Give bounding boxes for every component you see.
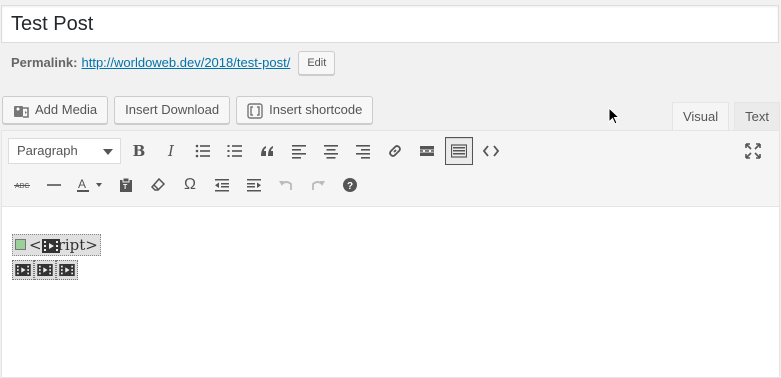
mouse-cursor-icon (608, 107, 621, 125)
editor-toolbar: Paragraph B I ABC A T Ω ? (2, 131, 779, 207)
shortcode-icon (247, 102, 263, 119)
edit-permalink-button[interactable]: Edit (298, 51, 336, 75)
video-icon (15, 264, 31, 276)
insert-download-label: Insert Download (125, 102, 220, 117)
permalink-row: Permalink: http://worldoweb.dev/2018/tes… (11, 51, 336, 75)
link-icon[interactable] (381, 137, 409, 165)
post-title-input[interactable] (1, 5, 779, 43)
media-icon (13, 102, 29, 118)
text-color-icon[interactable]: A (72, 171, 108, 199)
video-placeholder-row (12, 260, 78, 280)
video-placeholder[interactable] (34, 260, 56, 280)
help-icon[interactable]: ? (336, 171, 364, 199)
toolbar-row-2: ABC A T Ω ? (8, 171, 368, 199)
italic-icon[interactable]: I (157, 137, 185, 165)
broken-image-alt: <script> (29, 236, 98, 254)
redo-icon[interactable] (304, 171, 332, 199)
chevron-down-icon (103, 149, 113, 155)
fullscreen-icon[interactable] (739, 137, 767, 165)
video-placeholder[interactable] (56, 260, 78, 280)
format-select[interactable]: Paragraph (8, 138, 121, 164)
outdent-icon[interactable] (208, 171, 236, 199)
add-media-label: Add Media (35, 102, 98, 117)
strikethrough-icon[interactable]: ABC (8, 171, 36, 199)
svg-text:ABC: ABC (15, 183, 29, 190)
align-right-icon[interactable] (349, 137, 377, 165)
numbered-list-icon[interactable] (221, 137, 249, 165)
read-more-icon[interactable] (413, 137, 441, 165)
svg-text:A: A (78, 177, 86, 191)
bold-icon[interactable]: B (125, 137, 153, 165)
align-left-icon[interactable] (285, 137, 313, 165)
insert-shortcode-label: Insert shortcode (269, 102, 363, 117)
video-placeholder[interactable] (12, 260, 34, 280)
insert-download-button[interactable]: Insert Download (114, 96, 231, 124)
toolbar-row-1: Paragraph B I (8, 137, 509, 165)
horizontal-line-icon[interactable] (40, 171, 68, 199)
tab-visual[interactable]: Visual (671, 102, 730, 131)
svg-text:T: T (123, 184, 128, 191)
broken-image-icon (15, 239, 26, 250)
insert-shortcode-button[interactable]: Insert shortcode (236, 96, 374, 124)
paste-text-icon[interactable]: T (112, 171, 140, 199)
add-media-button[interactable]: Add Media (2, 96, 109, 124)
video-icon (59, 264, 75, 276)
tab-text[interactable]: Text (734, 102, 780, 131)
format-select-value: Paragraph (17, 143, 78, 158)
editor-tabs: Visual Text (667, 102, 780, 131)
align-center-icon[interactable] (317, 137, 345, 165)
svg-text:?: ? (347, 181, 353, 192)
video-icon (37, 264, 53, 276)
indent-icon[interactable] (240, 171, 268, 199)
bullet-list-icon[interactable] (189, 137, 217, 165)
broken-image[interactable]: <script> (12, 234, 101, 256)
undo-icon[interactable] (272, 171, 300, 199)
clear-formatting-icon[interactable] (144, 171, 172, 199)
toolbar-toggle-icon[interactable] (445, 137, 473, 165)
media-buttons: Add Media Insert Download Insert shortco… (2, 96, 374, 124)
editor-content-area[interactable]: <script> (2, 208, 779, 377)
blockquote-icon[interactable] (253, 137, 281, 165)
code-icon[interactable] (477, 137, 505, 165)
video-icon (42, 239, 60, 253)
editor: Paragraph B I ABC A T Ω ? <script> (1, 130, 780, 378)
special-character-icon[interactable]: Ω (176, 171, 204, 199)
permalink-label: Permalink: (11, 55, 78, 70)
permalink-link[interactable]: http://worldoweb.dev/2018/test-post/ (81, 52, 290, 74)
